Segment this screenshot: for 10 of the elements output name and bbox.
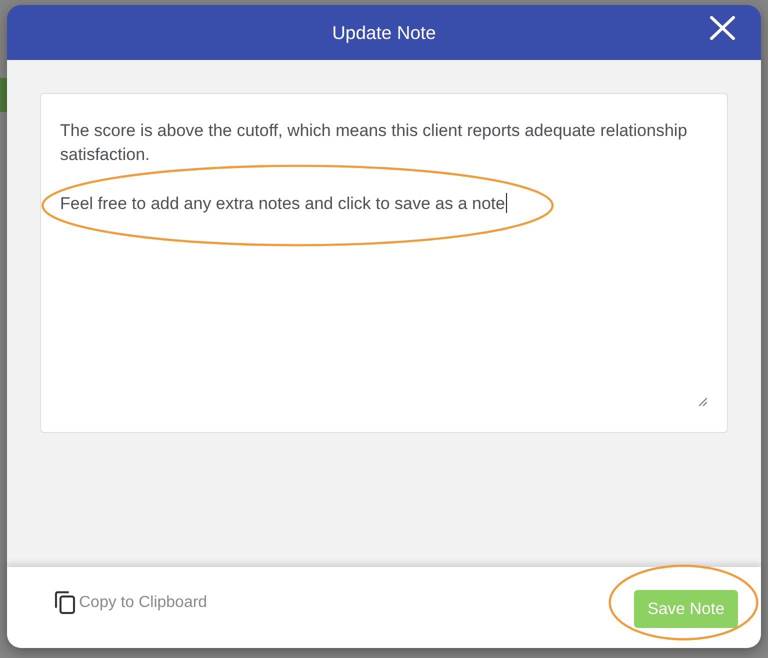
save-note-button[interactable]: Save Note — [634, 590, 738, 628]
note-paragraph: The score is above the cutoff, which means this client reports adequate relationship satisfaction. — [60, 121, 688, 164]
close-icon — [710, 16, 735, 40]
copy-icon — [54, 591, 76, 614]
dialog-title: Update Note — [332, 22, 436, 44]
note-text-area[interactable]: The score is above the cutoff, which means this client reports adequate relationship satisfaction. Feel free to add any extra notes and click to save as a note — [40, 93, 728, 433]
note-paragraph: Feel free to add any extra notes and click to save as a note — [60, 194, 506, 213]
resize-handle-icon[interactable] — [699, 398, 707, 406]
copy-to-clipboard-button[interactable]: Copy to Clipboard — [54, 591, 208, 614]
close-button[interactable] — [710, 16, 735, 40]
